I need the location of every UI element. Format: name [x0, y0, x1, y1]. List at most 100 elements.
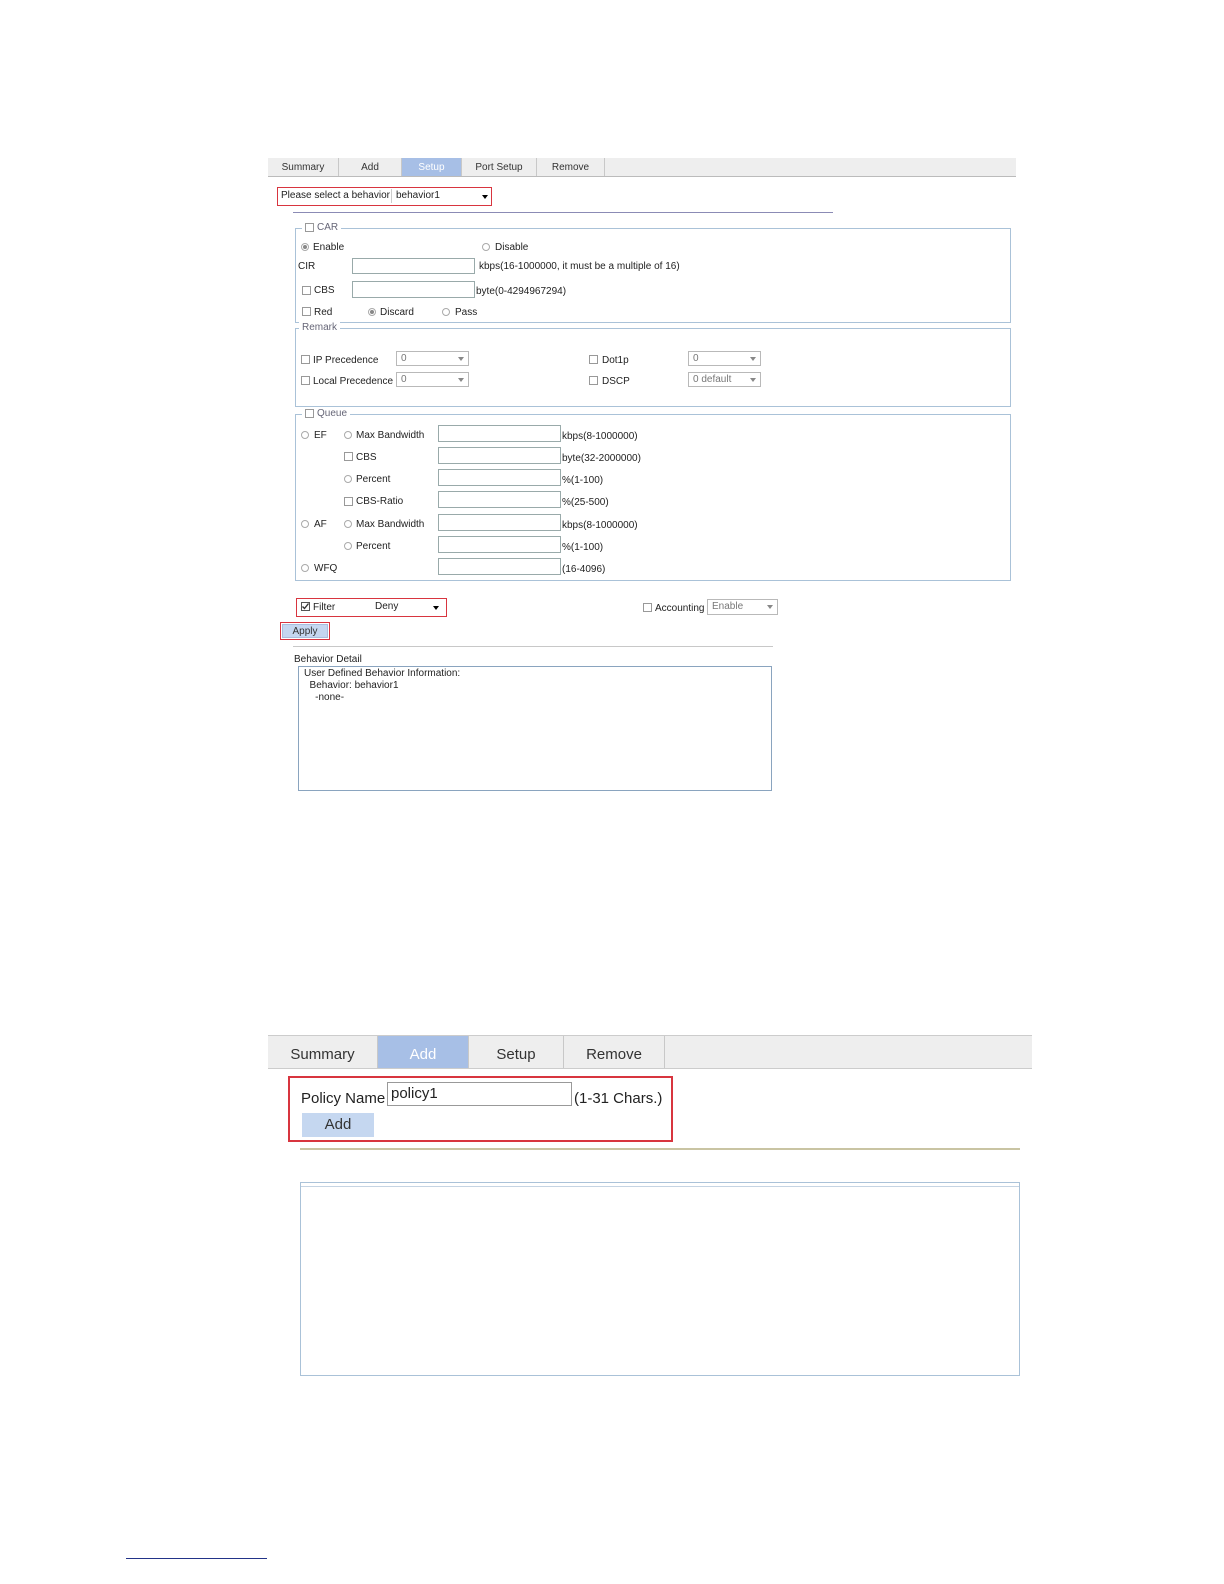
divider: [301, 1186, 1019, 1187]
tab-remove[interactable]: Remove: [537, 158, 605, 176]
filter-checkbox[interactable]: [301, 602, 310, 611]
accounting-checkbox[interactable]: [643, 603, 652, 612]
accounting-select[interactable]: Enable: [707, 599, 778, 615]
car-legend: CAR: [302, 222, 342, 233]
cir-input[interactable]: [352, 258, 475, 274]
cbs-ratio-input[interactable]: [438, 491, 561, 508]
remark-legend: Remark: [299, 322, 341, 333]
red-discard-label: Discard: [380, 307, 414, 318]
chevron-down-icon: [767, 605, 773, 609]
detail-line: -none-: [304, 692, 345, 703]
check-icon: [302, 603, 310, 610]
local-precedence-value: 0: [401, 374, 407, 385]
policy-name-input[interactable]: policy1: [387, 1082, 572, 1106]
red-checkbox[interactable]: [302, 307, 311, 316]
chevron-down-icon: [750, 378, 756, 382]
dscp-value: 0 default: [693, 374, 732, 385]
ip-precedence-label: IP Precedence: [313, 355, 379, 366]
queue-legend: Queue: [302, 408, 351, 419]
divider: [293, 212, 833, 213]
af-max-bandwidth-radio[interactable]: [344, 520, 352, 528]
dot1p-label: Dot1p: [602, 355, 629, 366]
car-disable-radio[interactable]: [482, 243, 490, 251]
af-max-bandwidth-input[interactable]: [438, 514, 561, 531]
af-percent-input[interactable]: [438, 536, 561, 553]
ef-percent-label: Percent: [356, 474, 391, 485]
ef-max-bandwidth-input[interactable]: [438, 425, 561, 442]
ip-precedence-select[interactable]: 0: [396, 351, 469, 366]
tab-setup[interactable]: Setup: [402, 158, 462, 176]
policy-name-hint: (1-31 Chars.): [574, 1090, 663, 1107]
tab-summary[interactable]: Summary: [268, 158, 339, 176]
chevron-down-icon: [458, 357, 464, 361]
behavior-detail-box: User Defined Behavior Information: Behav…: [298, 666, 772, 791]
filter-highlight: Filter Deny: [296, 598, 447, 617]
af-percent-label: Percent: [356, 541, 391, 552]
tab-port-setup[interactable]: Port Setup: [462, 158, 537, 176]
wfq-hint: (16-4096): [562, 564, 606, 575]
policy-tab-bar: Summary Add Setup Remove: [268, 1035, 1032, 1069]
cbs-ratio-label: CBS-Ratio: [356, 496, 404, 507]
setup-tab-bar: Summary Add Setup Port Setup Remove: [268, 158, 1016, 177]
behavior-select-label: Please select a behavior: [281, 190, 390, 201]
tab-setup[interactable]: Setup: [469, 1036, 564, 1068]
ip-precedence-checkbox[interactable]: [301, 355, 310, 364]
ef-percent-input[interactable]: [438, 469, 561, 486]
accounting-select-value: Enable: [712, 601, 744, 612]
ef-percent-radio[interactable]: [344, 475, 352, 483]
dscp-select[interactable]: 0 default: [688, 372, 761, 387]
dscp-label: DSCP: [602, 376, 630, 387]
behavior-dropdown[interactable]: behavior1: [391, 189, 494, 203]
dscp-checkbox[interactable]: [589, 376, 598, 385]
queue-legend-label: Queue: [317, 408, 348, 419]
ef-radio[interactable]: [301, 431, 309, 439]
red-discard-radio[interactable]: [368, 308, 376, 316]
tab-add[interactable]: Add: [339, 158, 402, 176]
red-pass-radio[interactable]: [442, 308, 450, 316]
dot1p-value: 0: [693, 353, 699, 364]
filter-dropdown[interactable]: Deny: [375, 600, 443, 614]
wfq-radio[interactable]: [301, 564, 309, 572]
apply-button[interactable]: Apply: [282, 624, 328, 638]
policy-name-value: policy1: [391, 1085, 438, 1102]
ip-precedence-value: 0: [401, 353, 407, 364]
dot1p-select[interactable]: 0: [688, 351, 761, 366]
policy-form-highlight: Policy Name policy1 (1-31 Chars.) Add: [288, 1076, 673, 1142]
car-checkbox[interactable]: [305, 222, 314, 232]
ef-cbs-input[interactable]: [438, 447, 561, 464]
cbs-input[interactable]: [352, 281, 475, 298]
tab-add[interactable]: Add: [378, 1036, 469, 1068]
af-percent-radio[interactable]: [344, 542, 352, 550]
cir-label: CIR: [298, 261, 316, 272]
detail-line: Behavior: behavior1: [304, 680, 399, 691]
dot1p-checkbox[interactable]: [589, 355, 598, 364]
filter-label: Filter: [313, 602, 336, 613]
af-label: AF: [314, 519, 327, 530]
cbs-ratio-checkbox[interactable]: [344, 497, 353, 506]
af-max-bandwidth-label: Max Bandwidth: [356, 519, 425, 530]
cbs-ratio-hint: %(25-500): [562, 497, 609, 508]
ef-max-bandwidth-hint: kbps(8-1000000): [562, 431, 638, 442]
wfq-input[interactable]: [438, 558, 561, 575]
car-legend-label: CAR: [317, 222, 339, 233]
remark-fieldset: [295, 328, 1011, 407]
ef-cbs-checkbox[interactable]: [344, 452, 353, 461]
behavior-dropdown-value: behavior1: [396, 190, 440, 201]
chevron-down-icon: [482, 195, 488, 199]
local-precedence-checkbox[interactable]: [301, 376, 310, 385]
af-radio[interactable]: [301, 520, 309, 528]
tab-remove[interactable]: Remove: [564, 1036, 665, 1068]
chevron-down-icon: [458, 378, 464, 382]
ef-percent-hint: %(1-100): [562, 475, 604, 486]
tab-summary[interactable]: Summary: [268, 1036, 378, 1068]
local-precedence-select[interactable]: 0: [396, 372, 469, 387]
car-enable-label: Enable: [313, 242, 345, 253]
chevron-down-icon: [750, 357, 756, 361]
queue-checkbox[interactable]: [305, 408, 314, 418]
add-policy-button[interactable]: Add: [302, 1113, 374, 1137]
footnote-rule: [126, 1558, 267, 1559]
car-enable-radio[interactable]: [301, 243, 309, 251]
cbs-checkbox[interactable]: [302, 286, 311, 295]
ef-max-bandwidth-radio[interactable]: [344, 431, 352, 439]
policy-name-label: Policy Name: [301, 1090, 386, 1107]
